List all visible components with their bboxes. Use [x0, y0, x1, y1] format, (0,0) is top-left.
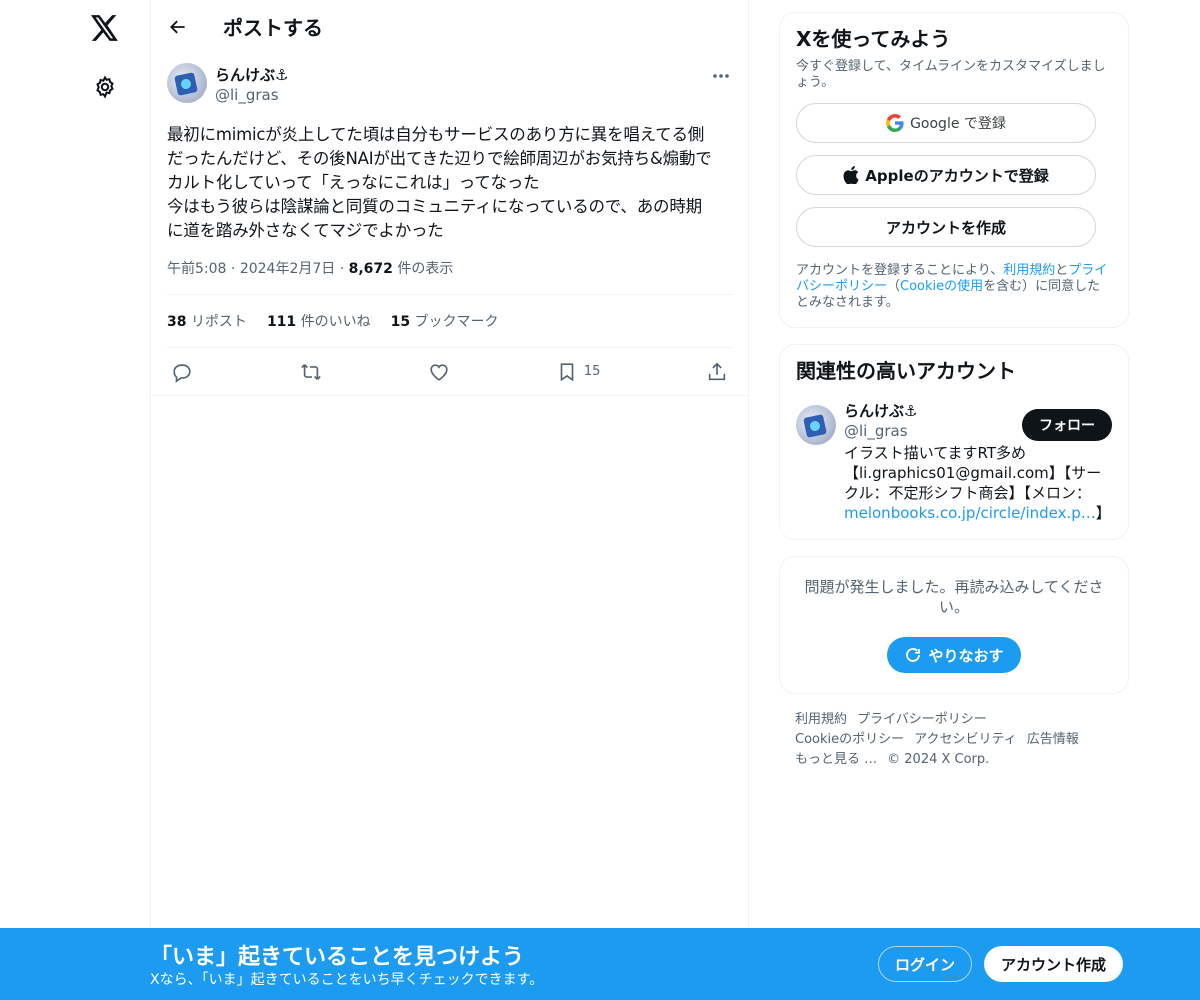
page-title: ポストする	[223, 16, 323, 40]
error-card: 問題が発生しました。再読み込みしてください。 やりなおす	[779, 556, 1129, 694]
footer-cookie-link[interactable]: Cookieのポリシー	[795, 732, 904, 747]
post-stats: 38 リポスト 111 件のいいね 15 ブックマーク	[167, 295, 732, 348]
bio-link[interactable]: melonbooks.co.jp/circle/index.p…	[844, 504, 1096, 522]
likes-count: 111	[266, 314, 297, 330]
login-button[interactable]: ログイン	[878, 946, 972, 982]
right-sidebar: Xを使ってみよう 今すぐ登録して、タイムラインをカスタマイズしましょう。 Goo…	[779, 12, 1129, 770]
retry-button[interactable]: やりなおす	[887, 637, 1021, 673]
legal-and: と	[1055, 263, 1069, 278]
share-button[interactable]	[706, 361, 728, 383]
bookmark-icon	[560, 362, 574, 381]
banner-title: 「いま」起きていることを見つけよう	[150, 945, 525, 970]
reposts-count: 38	[167, 314, 187, 330]
bottom-signup-banner: 「いま」起きていることを見つけよう Xなら、「いま」起きていることをいち早くチェ…	[0, 928, 1200, 1000]
signup-card: Xを使ってみよう 今すぐ登録して、タイムラインをカスタマイズしましょう。 Goo…	[779, 12, 1129, 328]
copyright: © 2024 X Corp.	[887, 752, 990, 767]
refresh-icon	[906, 648, 921, 662]
post-meta: 午前5:08 · 2024年2月7日 · 8,672 件の表示	[167, 258, 732, 295]
legal-pre: アカウントを登録することにより、	[796, 263, 1004, 278]
reposts-stat[interactable]: 38 リポスト	[167, 311, 247, 331]
signup-button[interactable]: アカウント作成	[984, 946, 1123, 982]
divider	[151, 395, 748, 396]
legal-notice: アカウントを登録することにより、利用規約とプライバシーポリシー（Cookieの使…	[796, 263, 1112, 311]
author-handle[interactable]: @li_gras	[215, 85, 288, 105]
footer-more-link[interactable]: もっと見る …	[795, 752, 877, 767]
bookmark-action-count: 15	[583, 364, 601, 379]
legal-mid: （	[887, 279, 901, 294]
post-time[interactable]: 午前5:08	[167, 261, 226, 277]
related-account[interactable]: らんけぶ⚓ @li_gras イラスト描いてますRT多め【li.graphics…	[796, 401, 1112, 523]
likes-label: 件のいいね	[300, 314, 371, 330]
repost-button[interactable]	[299, 361, 323, 383]
create-account-button[interactable]: アカウントを作成	[796, 207, 1096, 247]
terms-link[interactable]: 利用規約	[1003, 263, 1055, 278]
back-arrow-icon[interactable]	[167, 16, 189, 38]
bio-text: イラスト描いてますRT多め【li.graphics01@gmail.com】【サ…	[844, 444, 1102, 502]
bookmarks-label: ブックマーク	[414, 314, 499, 330]
heart-icon	[430, 363, 448, 381]
left-nav	[0, 0, 150, 1000]
footer-terms-link[interactable]: 利用規約	[795, 712, 847, 727]
reply-button[interactable]	[171, 361, 193, 383]
cookie-link[interactable]: Cookieの使用	[900, 279, 983, 294]
bookmarks-stat[interactable]: 15 ブックマーク	[391, 311, 499, 331]
likes-stat[interactable]: 111 件のいいね	[267, 311, 371, 331]
author-info: らんけぶ⚓ @li_gras	[215, 65, 288, 105]
more-options-icon[interactable]	[710, 65, 732, 87]
main-column: ポストする らんけぶ⚓ @li_gras 最初にmimicが炎上してた頃は自分も…	[150, 0, 749, 1000]
google-icon	[886, 114, 904, 132]
google-signup-label: Google で登録	[910, 116, 1006, 132]
x-logo-icon[interactable]	[87, 10, 123, 46]
related-title: 関連性の高いアカウント	[796, 359, 1016, 383]
apple-signup-label: Appleのアカウントで登録	[865, 166, 1049, 185]
author-name[interactable]: らんけぶ⚓	[215, 65, 288, 85]
avatar[interactable]	[796, 405, 836, 445]
error-message: 問題が発生しました。再読み込みしてください。	[804, 578, 1104, 616]
bio-end: 】	[1095, 504, 1111, 522]
signup-title: Xを使ってみよう	[796, 27, 951, 51]
apple-icon	[843, 166, 859, 184]
signup-subtitle: 今すぐ登録して、タイムラインをカスタマイズしましょう。	[796, 59, 1106, 90]
views-label: 件の表示	[397, 261, 454, 277]
post-actions: 15	[167, 348, 732, 395]
avatar[interactable]	[167, 63, 207, 103]
footer-ads-link[interactable]: 広告情報	[1027, 732, 1079, 747]
follow-button[interactable]: フォロー	[1022, 409, 1112, 441]
reposts-label: リポスト	[190, 314, 247, 330]
post-detail: らんけぶ⚓ @li_gras 最初にmimicが炎上してた頃は自分もサービスのあ…	[151, 53, 748, 396]
post-date[interactable]: 2024年2月7日	[240, 261, 335, 277]
footer-privacy-link[interactable]: プライバシーポリシー	[857, 712, 987, 727]
views-count: 8,672	[348, 261, 393, 277]
apple-signup-button[interactable]: Appleのアカウントで登録	[796, 155, 1096, 195]
google-signup-button[interactable]: Google で登録	[796, 103, 1096, 143]
share-icon	[708, 362, 726, 380]
settings-gear-icon[interactable]	[90, 72, 120, 102]
page-header: ポストする	[151, 0, 748, 53]
post-text: 最初にmimicが炎上してた頃は自分もサービスのあり方に異を唱えてる側 だったん…	[167, 125, 712, 240]
repost-icon	[300, 363, 321, 380]
bookmarks-count: 15	[390, 314, 411, 330]
related-accounts-card: 関連性の高いアカウント らんけぶ⚓ @li_gras イラスト描いてますRT多め…	[779, 344, 1129, 540]
reply-icon	[173, 363, 191, 383]
banner-subtitle: Xなら、「いま」起きていることをいち早くチェックできます。	[150, 972, 544, 988]
bookmark-button[interactable]: 15	[556, 361, 601, 383]
related-account-bio: イラスト描いてますRT多め【li.graphics01@gmail.com】【サ…	[844, 443, 1112, 523]
like-button[interactable]	[428, 361, 450, 383]
retry-label: やりなおす	[928, 646, 1004, 665]
footer-links: 利用規約 プライバシーポリシー Cookieのポリシー アクセシビリティ 広告情報 も…	[779, 710, 1129, 770]
footer-accessibility-link[interactable]: アクセシビリティ	[914, 732, 1017, 747]
post-author: らんけぶ⚓ @li_gras	[167, 63, 732, 115]
create-account-label: アカウントを作成	[885, 218, 1006, 237]
